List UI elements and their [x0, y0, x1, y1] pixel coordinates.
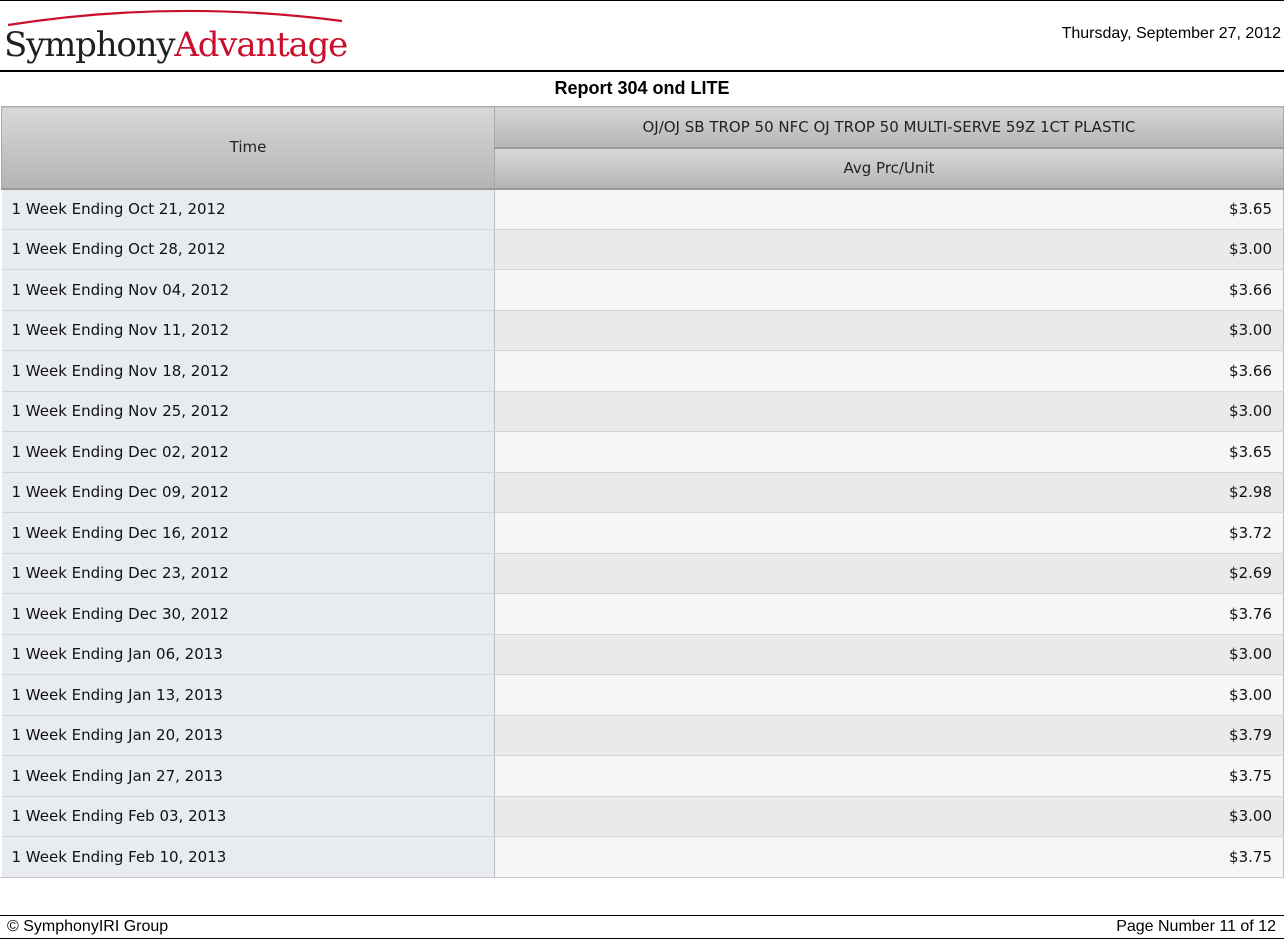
avg-price-cell: $3.00 [494, 674, 1284, 716]
table-row: 1 Week Ending Dec 30, 2012 $3.76 [1, 593, 1284, 635]
avg-price-cell: $2.98 [494, 472, 1284, 513]
table-row: 1 Week Ending Jan 20, 2013 $3.79 [1, 715, 1284, 756]
logo-arc-icon [7, 9, 343, 27]
avg-price-cell: $3.75 [494, 755, 1284, 797]
table-bottom-divider [0, 877, 1284, 878]
table-row: 1 Week Ending Nov 11, 2012 $3.00 [1, 310, 1284, 351]
avg-price-cell: $3.72 [494, 512, 1284, 554]
time-cell: 1 Week Ending Dec 02, 2012 [1, 431, 495, 473]
time-cell: 1 Week Ending Nov 25, 2012 [1, 391, 495, 432]
symphony-advantage-logo: SymphonyAdvantage [4, 5, 349, 69]
avg-price-cell: $3.00 [494, 634, 1284, 675]
product-column-header: OJ/OJ SB TROP 50 NFC OJ TROP 50 MULTI-SE… [494, 106, 1284, 149]
time-cell: 1 Week Ending Nov 18, 2012 [1, 350, 495, 392]
report-title: Report 304 ond LITE [554, 78, 730, 98]
avg-price-cell: $3.65 [494, 188, 1284, 230]
avg-price-cell: $3.00 [494, 391, 1284, 432]
time-cell: 1 Week Ending Oct 21, 2012 [1, 188, 495, 230]
page-header: SymphonyAdvantage Thursday, September 27… [0, 0, 1284, 72]
avg-price-cell: $3.00 [494, 310, 1284, 351]
footer-top-divider [0, 915, 1284, 916]
table-row: 1 Week Ending Jan 13, 2013 $3.00 [1, 674, 1284, 716]
table-row: 1 Week Ending Jan 27, 2013 $3.75 [1, 755, 1284, 797]
table-row: 1 Week Ending Nov 04, 2012 $3.66 [1, 269, 1284, 311]
avg-price-cell: $3.00 [494, 796, 1284, 837]
table-row: 1 Week Ending Feb 10, 2013 $3.75 [1, 836, 1284, 878]
time-cell: 1 Week Ending Jan 27, 2013 [1, 755, 495, 797]
avg-price-cell: $3.65 [494, 431, 1284, 473]
time-cell: 1 Week Ending Feb 10, 2013 [1, 836, 495, 878]
time-cell: 1 Week Ending Oct 28, 2012 [1, 229, 495, 270]
table-row: 1 Week Ending Dec 09, 2012 $2.98 [1, 472, 1284, 513]
report-date: Thursday, September 27, 2012 [1061, 25, 1281, 42]
time-cell: 1 Week Ending Dec 30, 2012 [1, 593, 495, 635]
table-row: 1 Week Ending Jan 06, 2013 $3.00 [1, 634, 1284, 675]
avg-price-cell: $3.79 [494, 715, 1284, 756]
time-cell: 1 Week Ending Dec 16, 2012 [1, 512, 495, 554]
footer-page-number: Page Number 11 of 12 [1116, 918, 1276, 935]
time-column-header: Time [1, 106, 495, 190]
table-row: 1 Week Ending Oct 21, 2012 $3.65 [1, 188, 1284, 230]
footer-bottom-divider [0, 938, 1284, 939]
avg-price-cell: $3.66 [494, 350, 1284, 392]
footer-copyright: © SymphonyIRI Group [7, 918, 169, 935]
avg-price-cell: $3.75 [494, 836, 1284, 878]
measure-column-header: Avg Prc/Unit [494, 147, 1284, 190]
avg-price-cell: $3.76 [494, 593, 1284, 635]
avg-price-cell: $2.69 [494, 553, 1284, 594]
time-cell: 1 Week Ending Jan 20, 2013 [1, 715, 495, 756]
table-row: 1 Week Ending Dec 02, 2012 $3.65 [1, 431, 1284, 473]
table-row: 1 Week Ending Nov 25, 2012 $3.00 [1, 391, 1284, 432]
table-row: 1 Week Ending Oct 28, 2012 $3.00 [1, 229, 1284, 270]
table-row: 1 Week Ending Nov 18, 2012 $3.66 [1, 350, 1284, 392]
logo-wordmark: SymphonyAdvantage [4, 25, 348, 65]
time-cell: 1 Week Ending Feb 03, 2013 [1, 796, 495, 837]
table-body: 1 Week Ending Oct 21, 2012 $3.65 1 Week En… [1, 188, 1284, 878]
report-table: Time OJ/OJ SB TROP 50 NFC OJ TROP 50 MUL… [1, 106, 1284, 878]
table-row: 1 Week Ending Dec 23, 2012 $2.69 [1, 553, 1284, 594]
logo-text-advantage: Advantage [174, 25, 348, 65]
header-divider [0, 70, 1284, 72]
report-page: SymphonyAdvantage Thursday, September 27… [0, 0, 1284, 946]
logo-text-symphony: Symphony [4, 25, 176, 65]
time-cell: 1 Week Ending Jan 13, 2013 [1, 674, 495, 716]
time-cell: 1 Week Ending Nov 04, 2012 [1, 269, 495, 311]
table-row: 1 Week Ending Dec 16, 2012 $3.72 [1, 512, 1284, 554]
time-cell: 1 Week Ending Dec 23, 2012 [1, 553, 495, 594]
time-cell: 1 Week Ending Nov 11, 2012 [1, 310, 495, 351]
time-cell: 1 Week Ending Dec 09, 2012 [1, 472, 495, 513]
avg-price-cell: $3.00 [494, 229, 1284, 270]
avg-price-cell: $3.66 [494, 269, 1284, 311]
table-row: 1 Week Ending Feb 03, 2013 $3.00 [1, 796, 1284, 837]
time-cell: 1 Week Ending Jan 06, 2013 [1, 634, 495, 675]
